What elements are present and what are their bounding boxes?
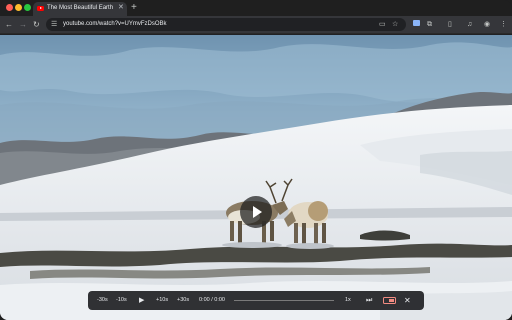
side-panel-icon[interactable]: ▯ [448, 19, 452, 30]
reload-button[interactable]: ↻ [33, 18, 40, 31]
rewind-30s-button[interactable]: -30s [97, 291, 108, 310]
forward-button[interactable]: → [19, 18, 27, 31]
extensions-puzzle-icon[interactable]: ⧉ [427, 19, 432, 30]
time-display: 0:00 / 0:00 [199, 297, 225, 303]
youtube-icon [37, 6, 44, 11]
site-info-icon[interactable]: ☰ [51, 19, 57, 30]
close-icon[interactable]: ✕ [404, 291, 411, 310]
maximize-window-button[interactable] [24, 4, 31, 11]
tab-strip: The Most Beautiful Earth Sce ✕ + [0, 0, 512, 16]
play-icon[interactable]: ▶ [139, 291, 144, 310]
close-icon[interactable]: ✕ [118, 3, 124, 13]
forward-30s-button[interactable]: +30s [177, 291, 189, 310]
menu-kebab-icon[interactable]: ⋮ [500, 19, 507, 30]
bookmark-star-icon[interactable]: ☆ [392, 19, 398, 30]
rewind-10s-button[interactable]: -10s [116, 291, 127, 310]
arctic-reindeer-scene [0, 35, 512, 320]
profile-avatar-icon[interactable]: ◉ [484, 19, 490, 30]
next-icon[interactable]: ⏭ [366, 291, 372, 310]
video-frame[interactable] [0, 35, 512, 320]
address-bar[interactable]: ☰ youtube.com/watch?v=UYmvFzDsOBk ▭ ☆ [46, 18, 406, 31]
close-window-button[interactable] [6, 4, 13, 11]
extension-icon[interactable] [413, 19, 420, 30]
media-control-icon[interactable]: ♫ [467, 19, 472, 30]
progress-bar[interactable] [234, 300, 334, 302]
minimize-window-button[interactable] [15, 4, 22, 11]
picture-in-picture-icon[interactable] [383, 297, 396, 304]
cast-icon[interactable]: ▭ [379, 19, 386, 30]
url-text[interactable]: youtube.com/watch?v=UYmvFzDsOBk [63, 20, 167, 29]
new-tab-button[interactable]: + [131, 0, 137, 15]
back-button[interactable]: ← [5, 18, 13, 31]
tab-title: The Most Beautiful Earth Sce [47, 5, 115, 11]
tab-youtube[interactable]: The Most Beautiful Earth Sce ✕ [33, 2, 127, 16]
forward-10s-button[interactable]: +10s [156, 291, 168, 310]
browser-window: The Most Beautiful Earth Sce ✕ + ← → ↻ ☰… [0, 0, 512, 320]
playback-speed-button[interactable]: 1x [345, 291, 351, 310]
toolbar: ← → ↻ ☰ youtube.com/watch?v=UYmvFzDsOBk … [0, 16, 512, 34]
player-controls-bar: -30s -10s ▶ +10s +30s 0:00 / 0:00 1x ⏭ ✕ [88, 291, 424, 310]
big-play-button[interactable] [240, 196, 272, 228]
